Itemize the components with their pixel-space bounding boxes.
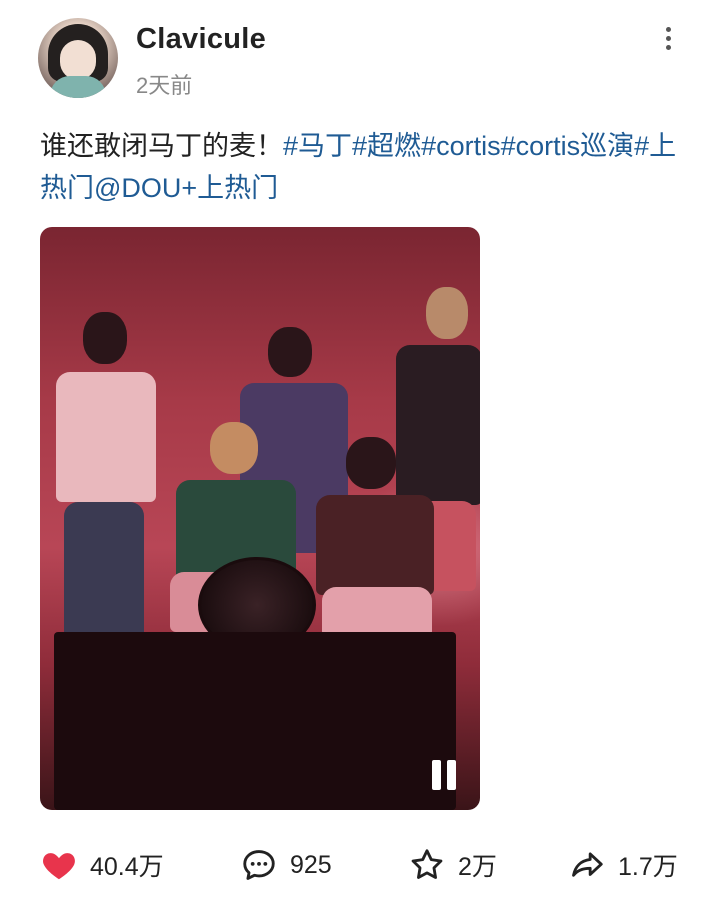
post-text-plain: 谁还敢闭马丁的麦！ — [40, 131, 283, 161]
comment-button[interactable]: 925 — [240, 842, 332, 888]
comment-icon — [243, 850, 275, 880]
favorite-button[interactable]: 2万 — [408, 842, 497, 888]
mention-dou-plus[interactable]: @DOU+上热门 — [94, 173, 278, 203]
share-icon — [572, 852, 603, 877]
heart-icon — [43, 853, 75, 880]
favorite-count: 2万 — [458, 853, 497, 881]
comment-count: 925 — [290, 850, 332, 879]
like-count: 40.4万 — [90, 853, 164, 881]
performer-1 — [48, 312, 168, 642]
hashtag-cortis[interactable]: #cortis — [421, 131, 501, 161]
pause-icon[interactable] — [430, 760, 460, 794]
post-header: Clavicule 2天前 — [38, 18, 688, 98]
share-count: 1.7万 — [618, 853, 678, 881]
timestamp: 2天前 — [136, 73, 193, 98]
avatar-body — [50, 76, 106, 98]
like-button[interactable]: 40.4万 — [40, 842, 164, 888]
performer-5 — [316, 437, 436, 637]
avatar[interactable] — [38, 18, 118, 98]
more-options-icon[interactable] — [658, 24, 678, 54]
stage-speaker — [54, 632, 456, 810]
hashtag-mading[interactable]: #马丁 — [283, 131, 352, 161]
avatar-face — [60, 40, 96, 80]
video-player[interactable] — [40, 227, 480, 810]
hashtag-chaoran[interactable]: #超燃 — [352, 131, 421, 161]
hashtag-cortis-tour[interactable]: #cortis巡演 — [501, 131, 635, 161]
action-bar: 40.4万 925 2万 1.7万 — [40, 842, 690, 888]
post-text: 谁还敢闭马丁的麦！#马丁#超燃#cortis#cortis巡演#上热门@DOU+… — [40, 125, 680, 209]
star-icon — [411, 849, 443, 879]
share-button[interactable]: 1.7万 — [568, 842, 678, 888]
username[interactable]: Clavicule — [136, 23, 266, 56]
